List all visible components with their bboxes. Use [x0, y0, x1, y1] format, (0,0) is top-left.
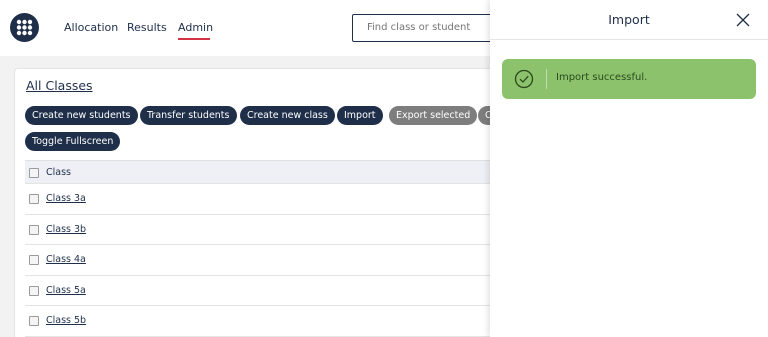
transfer-students-button[interactable]: Transfer students — [140, 106, 237, 125]
panel-title: Import — [608, 12, 650, 27]
nav-results[interactable]: Results — [127, 21, 167, 34]
create-class-button[interactable]: Create new class — [240, 106, 335, 125]
close-icon[interactable] — [735, 12, 751, 28]
panel-header: Import — [490, 0, 768, 40]
classes-table: Class Class 3a Class 3b Class 4a Class 5… — [25, 160, 505, 337]
export-selected-button[interactable]: Export selected — [389, 106, 478, 125]
class-link[interactable]: Class 5a — [46, 285, 86, 296]
success-toast: Import successful. — [502, 59, 756, 99]
row-checkbox[interactable] — [29, 224, 39, 235]
create-students-button[interactable]: Create new students — [25, 106, 138, 125]
row-checkbox[interactable] — [29, 285, 39, 296]
class-link[interactable]: Class 4a — [46, 254, 86, 265]
toast-divider — [546, 69, 547, 89]
table-row: Class 3b — [25, 215, 505, 245]
toast-message: Import successful. — [556, 72, 648, 83]
all-classes-link[interactable]: All Classes — [26, 78, 93, 93]
table-row: Class 3a — [25, 184, 505, 215]
search-input[interactable] — [367, 22, 497, 33]
row-checkbox[interactable] — [29, 316, 39, 326]
row-checkbox[interactable] — [29, 194, 39, 204]
table-header-row: Class — [25, 160, 505, 184]
class-link[interactable]: Class 5b — [46, 315, 86, 326]
table-row: Class 5a — [25, 276, 505, 306]
table-row: Class 4a — [25, 245, 505, 276]
nav-allocation[interactable]: Allocation — [64, 21, 118, 34]
check-circle-icon — [514, 69, 534, 93]
table-row: Class 5b — [25, 306, 505, 337]
toggle-fullscreen-button[interactable]: Toggle Fullscreen — [25, 132, 121, 151]
nav-admin[interactable]: Admin — [178, 21, 213, 34]
class-link[interactable]: Class 3a — [46, 193, 86, 204]
row-checkbox[interactable] — [29, 255, 39, 265]
search-box — [352, 14, 502, 42]
class-link[interactable]: Class 3b — [46, 224, 86, 235]
import-button[interactable]: Import — [337, 106, 383, 125]
all-classes-card: All Classes Create new students Transfer… — [14, 68, 508, 337]
select-all-checkbox[interactable] — [29, 168, 39, 178]
app-logo-icon[interactable] — [10, 13, 39, 42]
active-nav-indicator — [178, 38, 210, 40]
import-side-panel: Import Import successful. — [490, 0, 768, 337]
class-column-header: Class — [46, 167, 71, 178]
